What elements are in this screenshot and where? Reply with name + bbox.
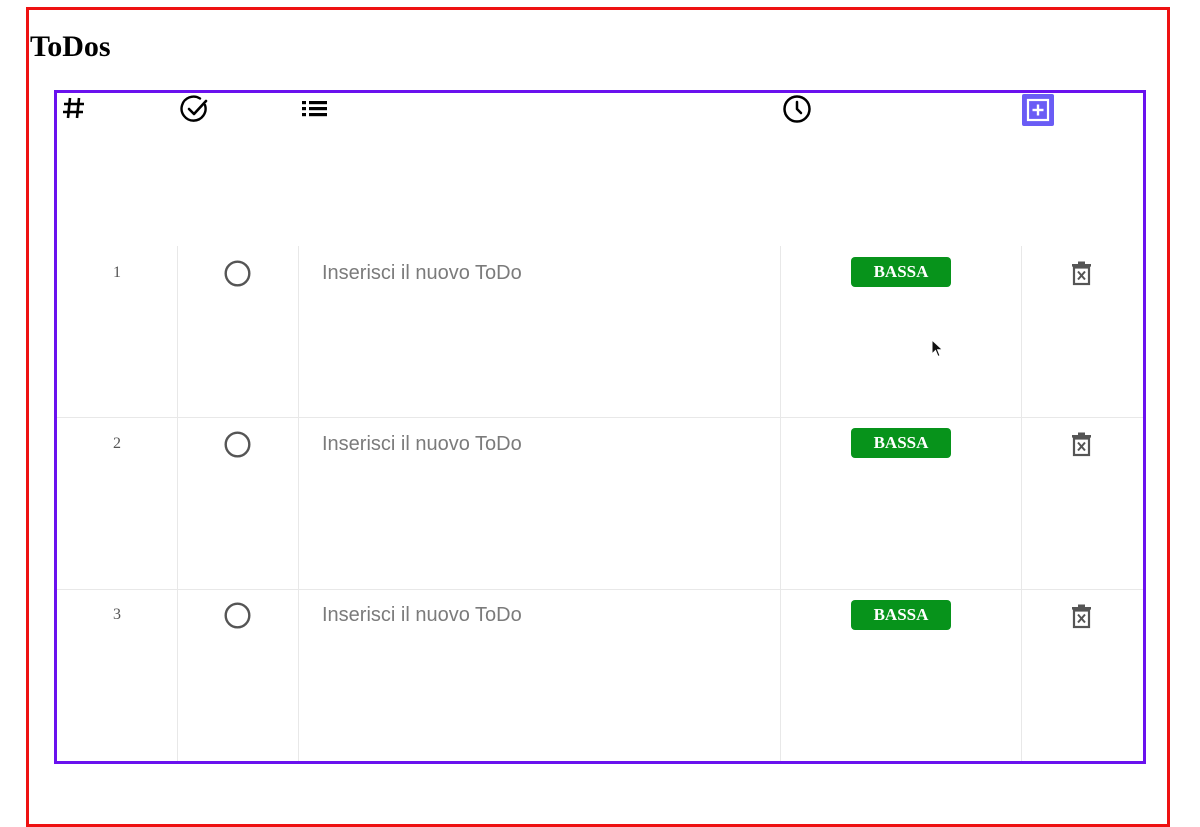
mouse-cursor-icon [931, 338, 945, 364]
page-title: ToDos [30, 30, 111, 63]
todo-text-input[interactable] [322, 601, 762, 629]
todo-table [54, 90, 1146, 764]
circle-icon [224, 602, 251, 629]
complete-toggle[interactable] [224, 260, 251, 287]
column-divider [298, 246, 299, 761]
todo-text-input[interactable] [322, 259, 762, 287]
circle-icon [224, 260, 251, 287]
clock-icon [782, 94, 812, 124]
row-divider [57, 589, 1143, 590]
check-circle-icon [180, 94, 210, 124]
delete-button[interactable] [1071, 260, 1092, 286]
trash-icon [1072, 261, 1091, 286]
circle-icon [224, 431, 251, 458]
row-number: 2 [113, 435, 121, 452]
delete-button[interactable] [1071, 431, 1092, 457]
row-number: 1 [113, 264, 121, 281]
trash-icon [1072, 432, 1091, 457]
trash-icon [1072, 604, 1091, 629]
complete-toggle[interactable] [224, 602, 251, 629]
priority-badge[interactable]: BASSA [851, 257, 951, 287]
priority-badge[interactable]: BASSA [851, 428, 951, 458]
todo-text-input[interactable] [322, 430, 762, 458]
priority-badge[interactable]: BASSA [851, 600, 951, 630]
row-divider [57, 417, 1143, 418]
column-divider [177, 246, 178, 761]
column-divider [780, 246, 781, 761]
add-todo-button[interactable] [1022, 94, 1054, 126]
row-number: 3 [113, 606, 121, 623]
column-divider [1021, 246, 1022, 761]
delete-button[interactable] [1071, 603, 1092, 629]
complete-toggle[interactable] [224, 431, 251, 458]
hash-icon [61, 94, 87, 122]
add-square-icon [1026, 98, 1050, 122]
list-icon [301, 97, 329, 121]
